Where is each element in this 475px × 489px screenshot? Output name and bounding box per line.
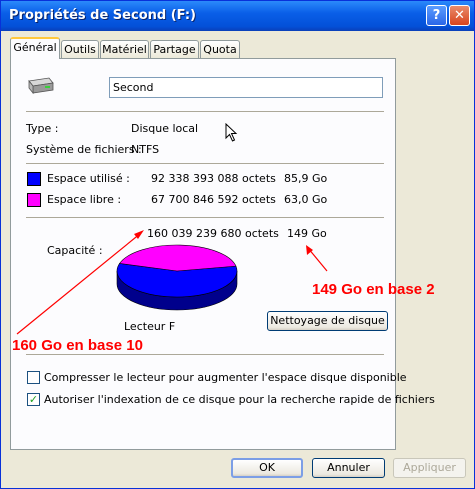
tab-general[interactable]: Général (10, 37, 60, 59)
annotation-base10: 160 Go en base 10 (12, 337, 143, 354)
properties-window: Propriétés de Second (F:) ? ✕ Général Ou… (0, 0, 475, 489)
annotation-arrows (16, 230, 328, 335)
arrow-base10 (16, 232, 142, 335)
annotation-base2: 149 Go en base 2 (312, 281, 435, 298)
